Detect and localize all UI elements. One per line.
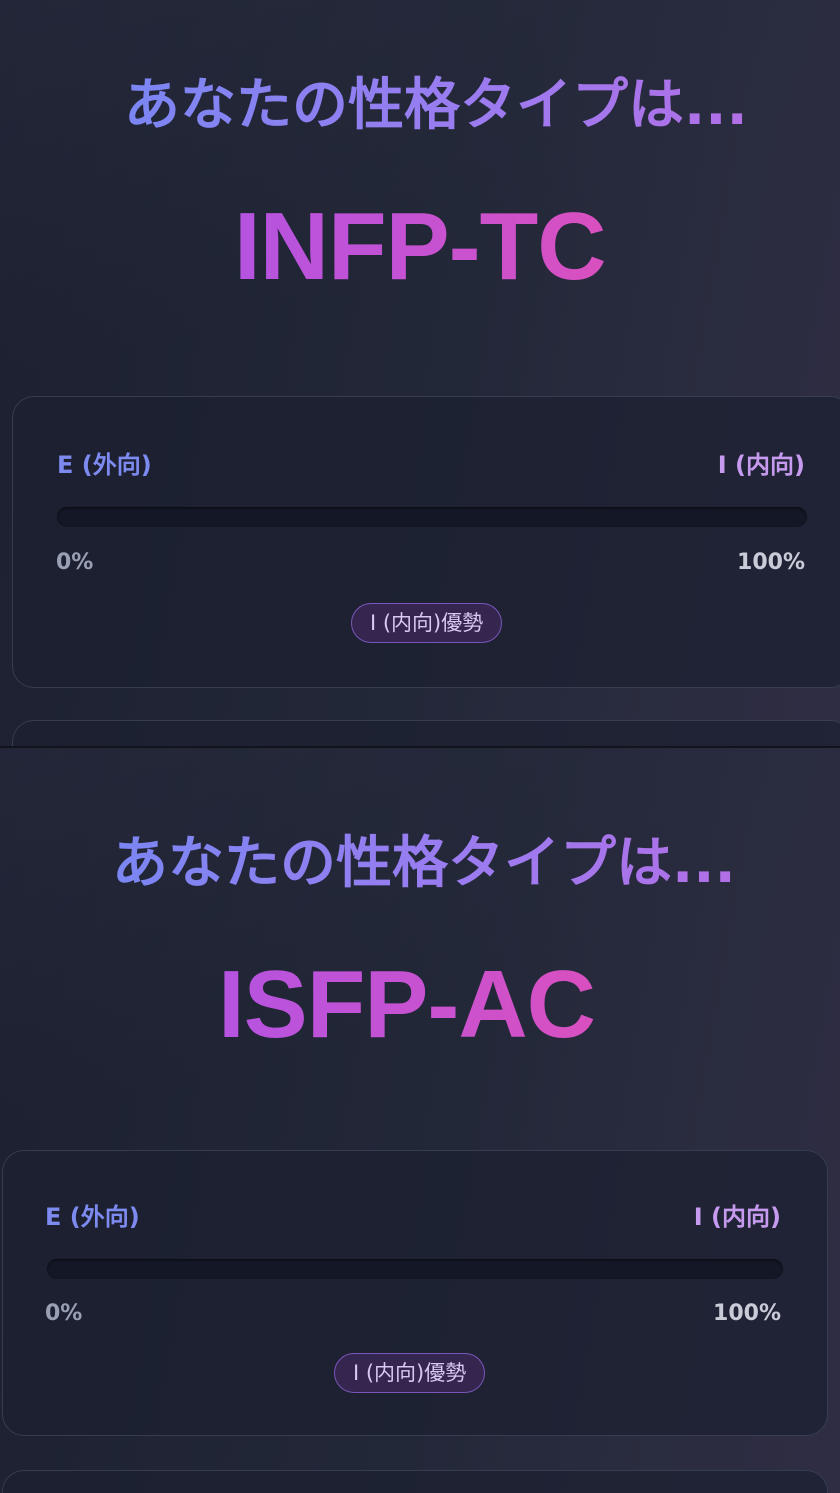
- axis-progress-track: [47, 1259, 783, 1279]
- dominant-trait-badge: I (内向)優勢: [351, 603, 503, 643]
- result-heading: あなたの性格タイプは...: [124, 60, 748, 141]
- axis-left-label: E (外向): [57, 451, 152, 479]
- result-screen-1: あなたの性格タイプは... INFP-TC E (外向) I (内向) 0% 1…: [0, 0, 840, 746]
- axis-progress-track: [57, 507, 807, 527]
- next-axis-card: [2, 1470, 828, 1493]
- axis-right-percent: 100%: [737, 550, 805, 575]
- axis-right-label: I (内向): [693, 1203, 781, 1231]
- axis-left-percent: 0%: [45, 1301, 83, 1326]
- result-heading: あなたの性格タイプは...: [112, 818, 736, 899]
- axis-left-percent: 0%: [56, 550, 94, 575]
- axis-right-label: I (内向): [717, 451, 805, 479]
- ei-axis-card: E (外向) I (内向) 0% 100% I (内向)優勢: [2, 1150, 828, 1436]
- personality-type-code: ISFP-AC: [218, 951, 596, 1058]
- ei-axis-card: E (外向) I (内向) 0% 100% I (内向)優勢: [12, 396, 840, 688]
- next-axis-card: [12, 720, 840, 746]
- result-screen-2: あなたの性格タイプは... ISFP-AC E (外向) I (内向) 0% 1…: [0, 748, 840, 1493]
- dominant-trait-badge: I (内向)優勢: [334, 1353, 486, 1393]
- axis-right-percent: 100%: [713, 1301, 781, 1326]
- personality-type-code: INFP-TC: [234, 193, 607, 300]
- axis-left-label: E (外向): [45, 1203, 140, 1231]
